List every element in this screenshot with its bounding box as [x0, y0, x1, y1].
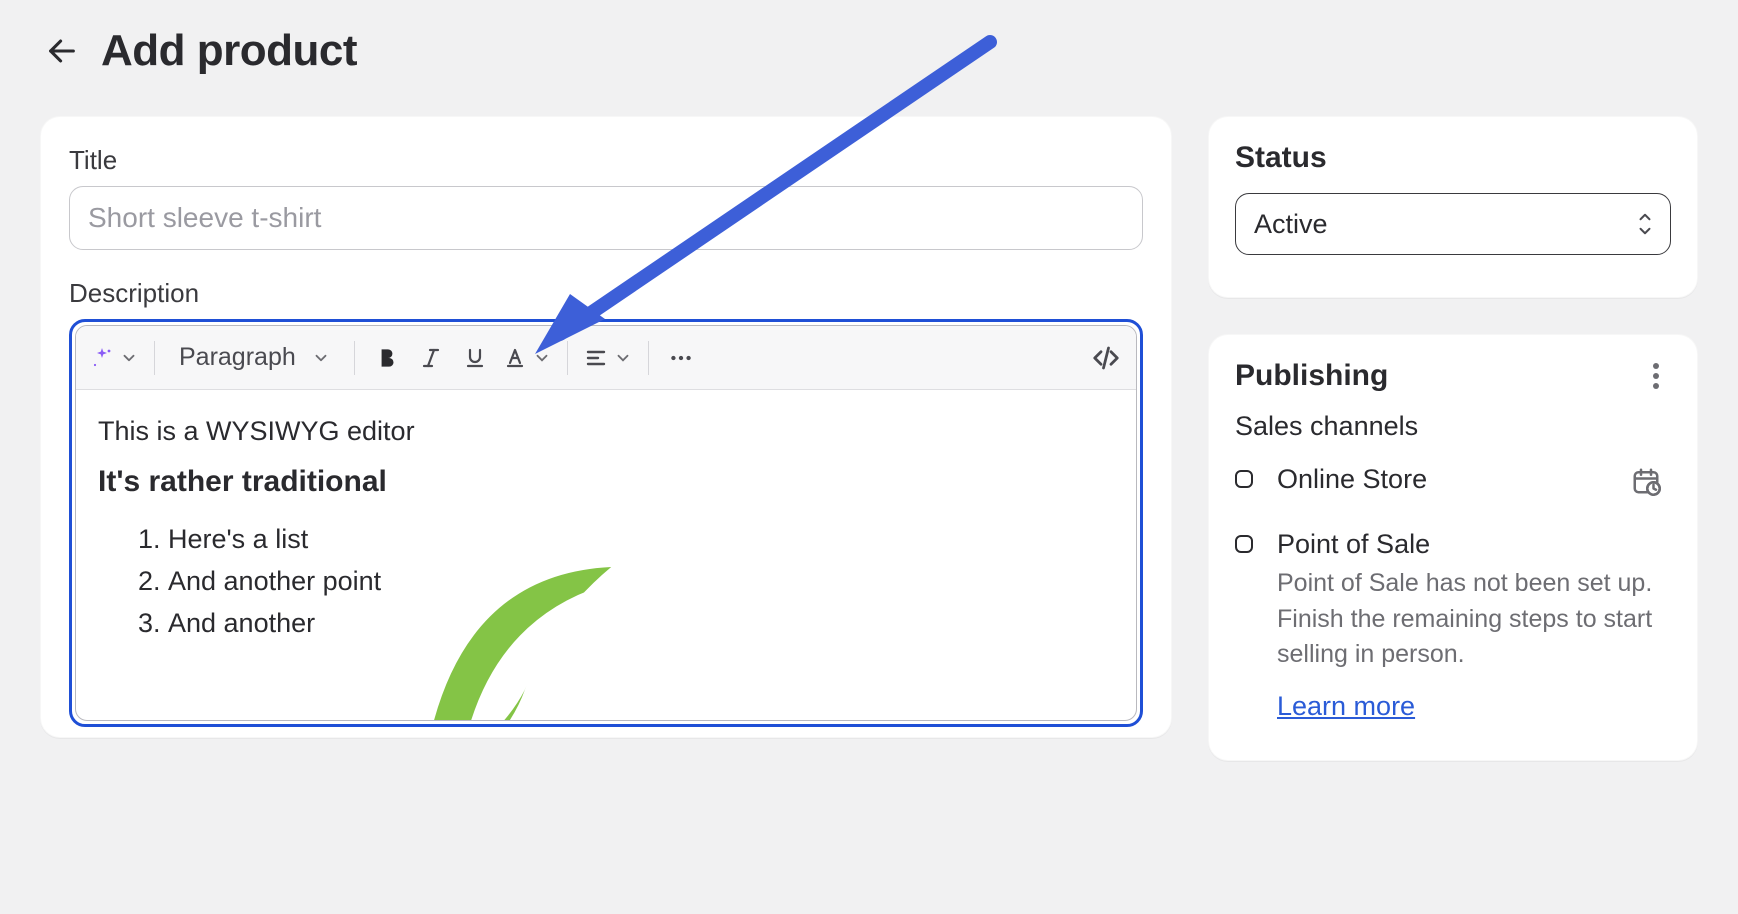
sample-heading: It's rather traditional: [98, 465, 1114, 499]
channel-name: Online Store: [1277, 464, 1615, 495]
more-button[interactable]: [659, 336, 703, 380]
status-card: Status Active: [1208, 116, 1698, 298]
channel-description: Point of Sale has not been set up. Finis…: [1277, 566, 1671, 673]
status-heading: Status: [1235, 141, 1671, 175]
channel-name: Point of Sale: [1277, 529, 1671, 560]
italic-button[interactable]: [409, 336, 453, 380]
description-label: Description: [69, 278, 1143, 309]
sales-channels-heading: Sales channels: [1235, 411, 1671, 442]
title-label: Title: [69, 145, 1143, 176]
channel-row: Online Store: [1235, 464, 1671, 501]
sample-paragraph: This is a WYSIWYG editor: [98, 416, 1114, 447]
block-style-label: Paragraph: [179, 343, 296, 372]
bold-button[interactable]: [365, 336, 409, 380]
status-select[interactable]: Active: [1235, 193, 1671, 255]
html-view-button[interactable]: [1084, 336, 1128, 380]
back-button[interactable]: [45, 34, 79, 68]
page-header: Add product: [45, 26, 1698, 76]
channel-row: Point of Sale Point of Sale has not been…: [1235, 529, 1671, 722]
channel-status-icon: [1235, 470, 1253, 488]
ai-suggest-button[interactable]: [84, 336, 144, 380]
schedule-button[interactable]: [1631, 466, 1671, 501]
product-title-input[interactable]: [69, 186, 1143, 250]
underline-button[interactable]: [453, 336, 497, 380]
page-title: Add product: [101, 26, 357, 76]
text-color-button[interactable]: [497, 336, 557, 380]
list-item: And another point: [168, 561, 1114, 603]
product-form-card: Title Description Paragraph: [40, 116, 1172, 738]
publishing-heading: Publishing: [1235, 359, 1388, 393]
publishing-menu-button[interactable]: [1641, 361, 1671, 391]
editor-focus-ring: Paragraph: [69, 319, 1143, 727]
rich-text-editor: Paragraph: [75, 325, 1137, 721]
editor-body[interactable]: This is a WYSIWYG editor It's rather tra…: [76, 390, 1136, 720]
align-button[interactable]: [578, 336, 638, 380]
learn-more-link[interactable]: Learn more: [1277, 691, 1415, 722]
editor-toolbar: Paragraph: [76, 326, 1136, 390]
list-item: Here's a list: [168, 519, 1114, 561]
block-style-select[interactable]: Paragraph: [165, 336, 344, 380]
select-chevrons-icon: [1636, 211, 1654, 237]
publishing-card: Publishing Sales channels Online Store: [1208, 334, 1698, 761]
channel-status-icon: [1235, 535, 1253, 553]
status-value: Active: [1254, 209, 1328, 240]
